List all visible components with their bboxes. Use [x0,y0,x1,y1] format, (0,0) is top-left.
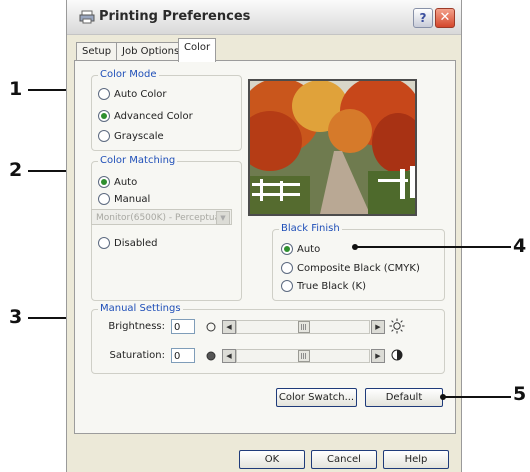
saturation-slider-track[interactable] [236,349,370,363]
color-matching-group: Color Matching Auto Manual Disabled [91,155,242,301]
saturation-input[interactable]: 0 [171,348,195,363]
saturation-label: Saturation: [109,350,166,361]
radio-indicator [98,88,110,100]
color-mode-group: Color Mode Auto Color Advanced Color Gra… [91,69,242,151]
saturation-decrease-button[interactable]: ◀ [222,349,236,363]
printing-preferences-window: Printing Preferences ? ✕ Setup Job Optio… [66,0,462,472]
brightness-slider-thumb[interactable] [298,321,310,333]
manual-settings-legend: Manual Settings [98,303,183,314]
callout-4: 4 [513,235,527,257]
radio-label: Composite Black (CMYK) [297,262,420,274]
radio-auto-color[interactable]: Auto Color [98,88,167,100]
tab-setup[interactable]: Setup [76,42,118,61]
radio-indicator [98,193,110,205]
callout-2: 2 [9,159,23,181]
radio-label: True Black (K) [297,280,367,292]
color-profile-select[interactable]: Monitor(6500K) - Perceptual ▼ [91,209,232,225]
cancel-button[interactable]: Cancel [311,450,377,469]
callout-3: 3 [9,306,23,328]
high-saturation-icon [391,349,403,361]
brightness-decrease-button[interactable]: ◀ [222,320,236,334]
radio-black-auto[interactable]: Auto [281,243,320,255]
radio-label: Auto [114,176,138,188]
radio-label: Auto Color [114,88,167,100]
close-window-button[interactable]: ✕ [435,8,455,28]
radio-indicator [281,280,293,292]
saturation-slider-thumb[interactable] [298,350,310,362]
brightness-increase-button[interactable]: ▶ [371,320,385,334]
chevron-down-icon: ▼ [216,211,230,225]
radio-indicator [98,237,110,249]
low-saturation-icon [206,351,216,361]
radio-advanced-color[interactable]: Advanced Color [98,110,193,122]
radio-indicator [281,262,293,274]
radio-indicator [98,176,110,188]
help-button[interactable]: Help [383,450,449,469]
color-profile-value: Monitor(6500K) - Perceptual [96,213,223,223]
radio-indicator [98,110,110,122]
tab-job-options[interactable]: Job Options [116,42,186,61]
black-finish-legend: Black Finish [279,223,342,234]
radio-label: Advanced Color [114,110,193,122]
callout-5-dot [440,394,446,400]
brightness-label: Brightness: [108,321,165,332]
black-finish-group: Black Finish Auto Composite Black (CMYK)… [272,223,445,301]
brightness-slider-track[interactable] [236,320,370,334]
color-mode-legend: Color Mode [98,69,159,80]
radio-matching-manual[interactable]: Manual [98,193,150,205]
callout-1: 1 [9,78,23,100]
help-title-button[interactable]: ? [413,8,433,28]
radio-matching-auto[interactable]: Auto [98,176,137,188]
tab-color[interactable]: Color [178,38,217,62]
radio-grayscale[interactable]: Grayscale [98,130,164,142]
callout-5-line [443,396,511,398]
callout-4-line [355,246,511,248]
printer-icon [79,10,95,24]
radio-indicator [281,243,293,255]
color-swatch-button[interactable]: Color Swatch... [276,388,357,407]
ok-button[interactable]: OK [239,450,305,469]
low-brightness-icon [206,322,216,332]
radio-matching-disabled[interactable]: Disabled [98,237,157,249]
radio-label: Grayscale [114,130,164,142]
radio-label: Manual [114,193,151,205]
callout-4-dot [352,244,358,250]
saturation-increase-button[interactable]: ▶ [371,349,385,363]
color-preview-image [248,79,417,216]
radio-composite-black[interactable]: Composite Black (CMYK) [281,262,420,274]
brightness-input[interactable]: 0 [171,319,195,334]
color-matching-legend: Color Matching [98,155,178,166]
radio-true-black[interactable]: True Black (K) [281,280,366,292]
title-bar[interactable]: Printing Preferences ? ✕ [67,0,461,35]
radio-label: Auto [297,243,321,255]
high-brightness-icon [389,318,405,334]
window-title: Printing Preferences [99,9,251,24]
radio-label: Disabled [114,237,158,249]
radio-indicator [98,130,110,142]
default-button[interactable]: Default [365,388,443,407]
callout-5: 5 [513,383,527,405]
